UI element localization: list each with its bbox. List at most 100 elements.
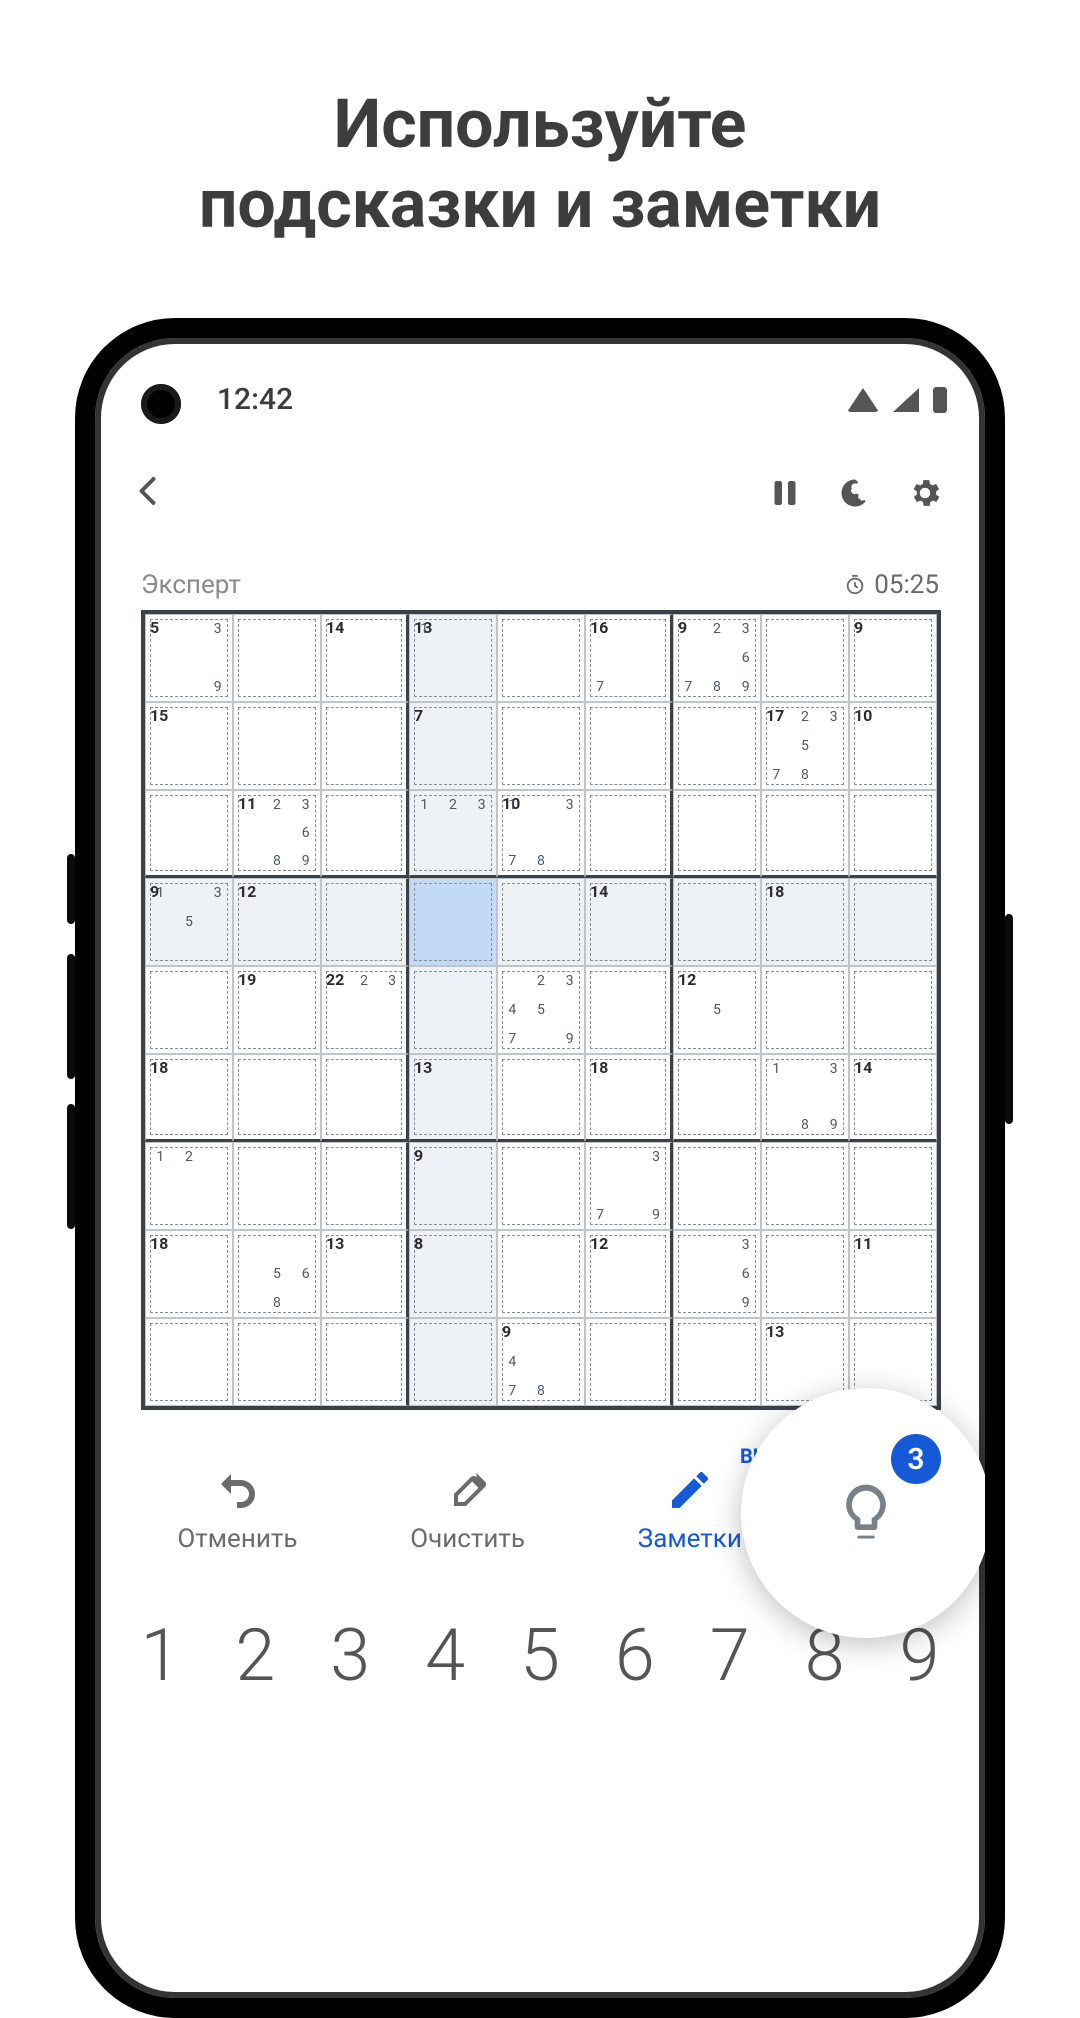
cell-r4-c7[interactable] — [673, 878, 761, 966]
numpad-3[interactable]: 3 — [308, 1613, 392, 1698]
cell-r1-c8[interactable] — [761, 614, 849, 702]
hint-button[interactable]: 3 — [741, 1388, 991, 1638]
theme-button[interactable] — [831, 469, 879, 517]
cell-r5-c9[interactable] — [849, 966, 937, 1054]
numpad-1[interactable]: 1 — [118, 1613, 202, 1698]
cell-r5-c1[interactable] — [145, 966, 233, 1054]
cell-r3-c9[interactable] — [849, 790, 937, 878]
cell-r4-c5[interactable] — [497, 878, 585, 966]
cell-r1-c3[interactable]: 14 — [321, 614, 409, 702]
cell-r4-c6[interactable]: 14 — [585, 878, 673, 966]
cell-r2-c9[interactable]: 10 — [849, 702, 937, 790]
numpad-6[interactable]: 6 — [593, 1613, 677, 1698]
cell-r8-c2[interactable]: 568 — [233, 1230, 321, 1318]
phone-volume-up — [67, 954, 75, 1079]
cell-r8-c9[interactable]: 11 — [849, 1230, 937, 1318]
pencil-notes: 23689 — [234, 791, 320, 875]
cell-r3-c2[interactable]: 1123689 — [233, 790, 321, 878]
cell-r1-c9[interactable]: 9 — [849, 614, 937, 702]
cell-r8-c3[interactable]: 13 — [321, 1230, 409, 1318]
numpad-4[interactable]: 4 — [403, 1613, 487, 1698]
cell-r8-c7[interactable]: 369 — [673, 1230, 761, 1318]
cell-r2-c4[interactable]: 7 — [409, 702, 497, 790]
cell-r9-c4[interactable] — [409, 1318, 497, 1406]
cell-r3-c5[interactable]: 101378 — [497, 790, 585, 878]
sudoku-grid[interactable]: 5391413116792367899157172357810112368912… — [141, 610, 941, 1410]
cell-r9-c6[interactable] — [585, 1318, 673, 1406]
settings-button[interactable] — [901, 469, 949, 517]
cell-r2-c8[interactable]: 1723578 — [761, 702, 849, 790]
pencil-notes: 234579 — [498, 967, 584, 1053]
cell-r1-c4[interactable]: 131 — [409, 614, 497, 702]
cell-r4-c3[interactable] — [321, 878, 409, 966]
cell-r1-c7[interactable]: 9236789 — [673, 614, 761, 702]
cell-r6-c3[interactable] — [321, 1054, 409, 1142]
cell-r8-c5[interactable] — [497, 1230, 585, 1318]
pause-button[interactable] — [761, 469, 809, 517]
erase-button[interactable]: Очистить — [410, 1466, 525, 1554]
cell-r7-c6[interactable]: 379 — [585, 1142, 673, 1230]
cell-r2-c7[interactable] — [673, 702, 761, 790]
cell-r4-c9[interactable] — [849, 878, 937, 966]
cell-r6-c8[interactable]: 1389 — [761, 1054, 849, 1142]
cell-r5-c4[interactable] — [409, 966, 497, 1054]
cell-r6-c7[interactable] — [673, 1054, 761, 1142]
cell-r6-c4[interactable]: 13 — [409, 1054, 497, 1142]
cell-r8-c1[interactable]: 18 — [145, 1230, 233, 1318]
cell-r6-c5[interactable] — [497, 1054, 585, 1142]
numpad-5[interactable]: 5 — [498, 1613, 582, 1698]
cell-r8-c8[interactable] — [761, 1230, 849, 1318]
cell-r1-c1[interactable]: 539 — [145, 614, 233, 702]
cell-r5-c7[interactable]: 125 — [673, 966, 761, 1054]
cell-r9-c3[interactable] — [321, 1318, 409, 1406]
cell-r1-c6[interactable]: 167 — [585, 614, 673, 702]
cell-r7-c1[interactable]: 12 — [145, 1142, 233, 1230]
cell-r3-c7[interactable] — [673, 790, 761, 878]
cell-r6-c9[interactable]: 14 — [849, 1054, 937, 1142]
cell-r7-c4[interactable]: 9 — [409, 1142, 497, 1230]
cell-r5-c8[interactable] — [761, 966, 849, 1054]
numpad-7[interactable]: 7 — [688, 1613, 772, 1698]
numpad-2[interactable]: 2 — [213, 1613, 297, 1698]
cell-r3-c3[interactable] — [321, 790, 409, 878]
cell-r2-c5[interactable] — [497, 702, 585, 790]
cell-r5-c3[interactable]: 2223 — [321, 966, 409, 1054]
undo-button[interactable]: Отменить — [177, 1466, 297, 1554]
pencil-notes: 369 — [674, 1231, 760, 1317]
cell-r7-c8[interactable] — [761, 1142, 849, 1230]
cell-r2-c6[interactable] — [585, 702, 673, 790]
cell-r2-c3[interactable] — [321, 702, 409, 790]
cell-r6-c6[interactable]: 18 — [585, 1054, 673, 1142]
cage-sum: 9 — [849, 614, 863, 637]
cell-r1-c5[interactable] — [497, 614, 585, 702]
cell-r3-c1[interactable] — [145, 790, 233, 878]
cell-r1-c2[interactable] — [233, 614, 321, 702]
cell-r4-c2[interactable]: 12 — [233, 878, 321, 966]
cell-r3-c8[interactable] — [761, 790, 849, 878]
cell-r5-c6[interactable] — [585, 966, 673, 1054]
cell-r7-c3[interactable] — [321, 1142, 409, 1230]
back-button[interactable] — [131, 473, 167, 513]
cell-r6-c1[interactable]: 18 — [145, 1054, 233, 1142]
cell-r9-c1[interactable] — [145, 1318, 233, 1406]
cell-r5-c2[interactable]: 19 — [233, 966, 321, 1054]
cell-r9-c2[interactable] — [233, 1318, 321, 1406]
cell-r7-c2[interactable] — [233, 1142, 321, 1230]
cell-r2-c2[interactable] — [233, 702, 321, 790]
cell-r9-c7[interactable] — [673, 1318, 761, 1406]
cell-r4-c1[interactable]: 9135 — [145, 878, 233, 966]
cell-r4-c8[interactable]: 18 — [761, 878, 849, 966]
cell-r5-c5[interactable]: 234579 — [497, 966, 585, 1054]
cell-r6-c2[interactable] — [233, 1054, 321, 1142]
cell-r2-c1[interactable]: 15 — [145, 702, 233, 790]
cell-r3-c4[interactable]: 123 — [409, 790, 497, 878]
cell-r8-c4[interactable]: 8 — [409, 1230, 497, 1318]
cell-r7-c9[interactable] — [849, 1142, 937, 1230]
cell-r3-c6[interactable] — [585, 790, 673, 878]
cell-r9-c5[interactable]: 9478 — [497, 1318, 585, 1406]
cell-r8-c6[interactable]: 12 — [585, 1230, 673, 1318]
cell-r4-c4[interactable] — [409, 878, 497, 966]
notes-toggle[interactable]: ВКЛ Заметки — [638, 1466, 742, 1554]
cell-r7-c7[interactable] — [673, 1142, 761, 1230]
cell-r7-c5[interactable] — [497, 1142, 585, 1230]
